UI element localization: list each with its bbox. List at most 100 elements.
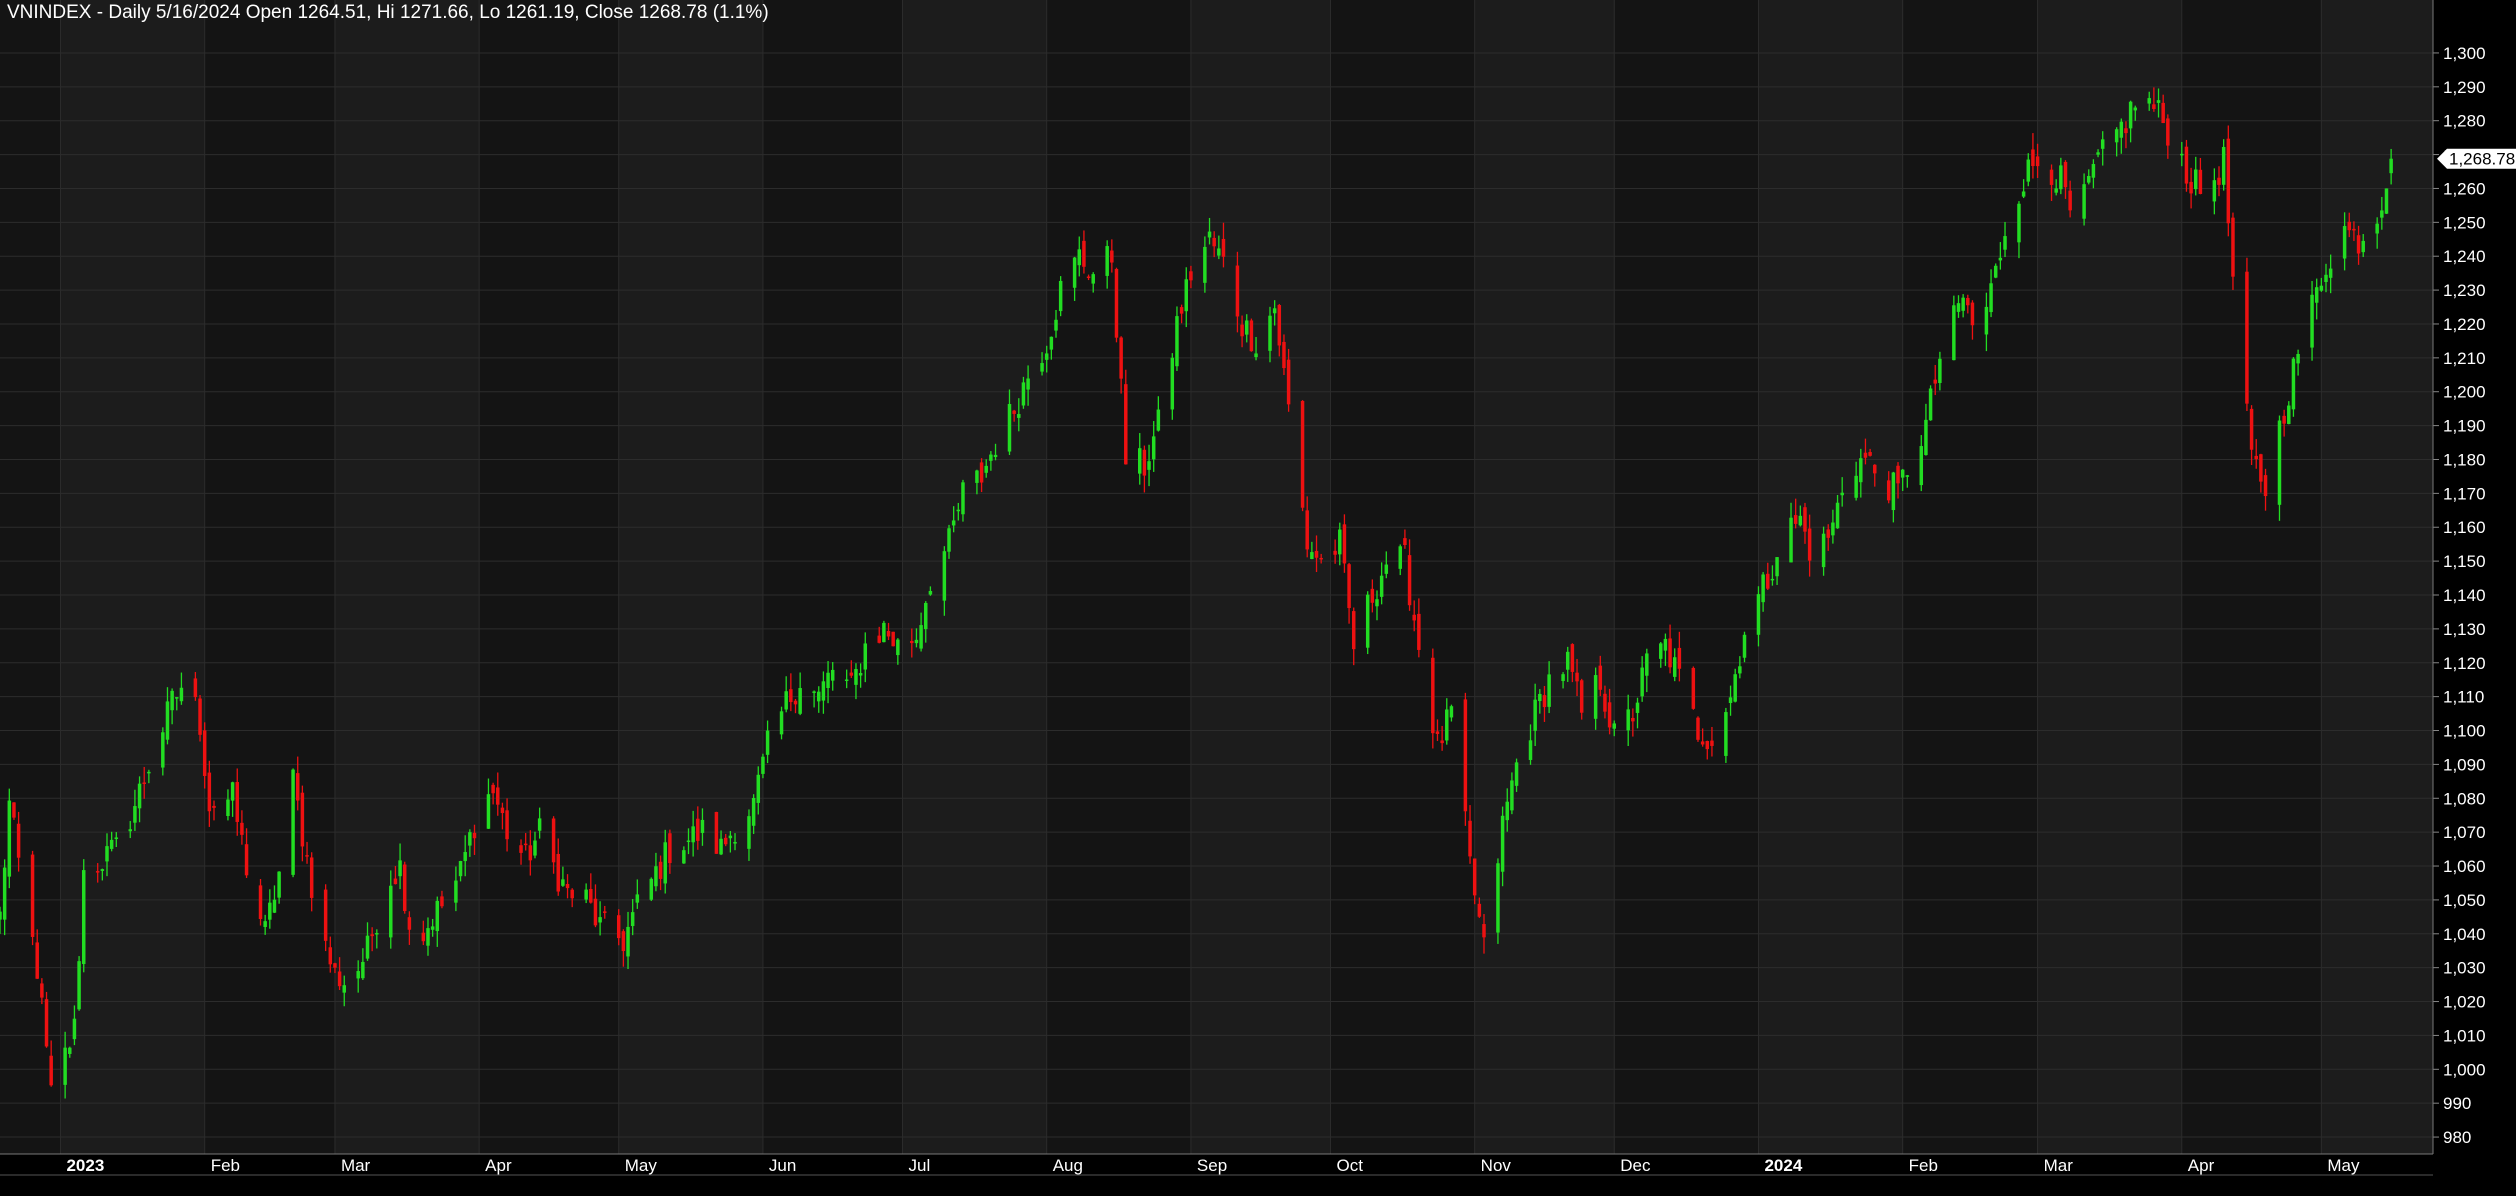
- month-band: [0, 0, 61, 1154]
- candle-body: [947, 528, 951, 552]
- y-tick-label: 1,030: [2443, 959, 2486, 978]
- change-value: (1.1%): [712, 2, 769, 23]
- chart-canvas[interactable]: 980 990 1,000 1,010 1,020 1,030 1,040 1,050 1,06…: [0, 0, 2516, 1191]
- candle-body: [1756, 594, 1761, 635]
- y-tick-label: 1,140: [2443, 586, 2486, 605]
- candle-body: [1249, 320, 1254, 352]
- candle-body: [519, 845, 523, 853]
- candle-body: [2249, 408, 2254, 450]
- candle-body: [1235, 265, 1240, 317]
- candle-body: [728, 835, 733, 839]
- candle-body: [463, 852, 467, 862]
- candle-body: [1631, 717, 1635, 722]
- candle-body: [1012, 410, 1016, 414]
- candle-body: [1403, 538, 1407, 546]
- x-tick-label: Oct: [1336, 1156, 1363, 1175]
- y-tick-label: 1,070: [2443, 823, 2486, 842]
- candle-body: [44, 999, 49, 1047]
- candle-body: [654, 866, 658, 887]
- candle-body: [1379, 575, 1384, 597]
- candle-body: [193, 678, 198, 698]
- candle-body: [1826, 529, 1830, 538]
- open-caption: Open: [245, 2, 293, 23]
- candle-body: [435, 900, 440, 932]
- candle-body: [919, 625, 923, 649]
- candle-body: [1705, 741, 1710, 750]
- candle-body: [491, 784, 495, 794]
- x-tick-label: Apr: [485, 1156, 512, 1175]
- candle-body: [1151, 436, 1156, 460]
- candle-body: [1305, 510, 1309, 550]
- candle-body: [1268, 315, 1272, 351]
- candle-body: [593, 898, 598, 926]
- month-band: [2321, 0, 2433, 1154]
- candle-body: [356, 971, 360, 979]
- candle-body: [2054, 188, 2058, 193]
- candle-body: [751, 797, 756, 826]
- candle-body: [202, 730, 207, 776]
- month-band: [618, 0, 763, 1154]
- candle-body: [2156, 100, 2161, 103]
- candle-body: [272, 899, 277, 913]
- candle-body: [2021, 191, 2026, 197]
- candle-body: [1049, 336, 1054, 350]
- candle-body: [2166, 118, 2170, 146]
- candle-body: [2059, 165, 2063, 190]
- candle-body: [309, 857, 314, 898]
- candle-body: [1677, 647, 1682, 669]
- candle-body: [989, 454, 993, 461]
- candle-body: [1207, 231, 1212, 238]
- candle-body: [1449, 706, 1454, 718]
- candle-body: [714, 811, 719, 854]
- candle-body: [1217, 248, 1221, 256]
- month-band: [479, 0, 619, 1154]
- candle-body: [1044, 353, 1049, 360]
- candle-body: [1477, 903, 1482, 917]
- candle-body: [2231, 217, 2235, 277]
- x-tick-label: Mar: [341, 1156, 371, 1175]
- y-tick-label: 1,040: [2443, 925, 2486, 944]
- candle-body: [1533, 699, 1537, 731]
- candle-body: [663, 842, 667, 884]
- candle-body: [468, 832, 472, 846]
- candle-body: [1579, 680, 1584, 713]
- candle-body: [496, 787, 500, 805]
- y-tick-label: 1,170: [2443, 484, 2486, 503]
- candle-body: [858, 673, 863, 676]
- candle-body: [2226, 138, 2231, 224]
- candle-body: [733, 842, 737, 844]
- candle-body: [1593, 675, 1598, 719]
- candle-body: [1221, 238, 1226, 257]
- candle-body: [1807, 528, 1812, 561]
- candle-body: [1375, 599, 1379, 607]
- candle-body: [1440, 740, 1444, 744]
- candle-body: [1472, 858, 1477, 896]
- candle-body: [426, 928, 430, 946]
- candle-body: [979, 462, 984, 483]
- candle-body: [1105, 246, 1109, 276]
- candle-body: [1663, 638, 1668, 651]
- candle-body: [1724, 712, 1728, 756]
- candle-body: [1952, 305, 1956, 361]
- month-band: [60, 0, 205, 1154]
- candle-body: [1351, 611, 1356, 650]
- high-value: 1271.66: [399, 2, 469, 23]
- y-tick-label: 1,100: [2443, 722, 2486, 741]
- y-tick-label: 1,260: [2443, 179, 2486, 198]
- symbol-label: VNINDEX: [7, 2, 92, 23]
- interval-label: Daily: [108, 2, 151, 23]
- y-tick-label: 1,250: [2443, 213, 2486, 232]
- candle-body: [2314, 287, 2319, 303]
- x-tick-label: 2023: [66, 1156, 104, 1175]
- candle-body: [528, 845, 533, 861]
- price-chart[interactable]: VNINDEX - Daily 5/16/2024 Open 1264.51, …: [0, 0, 2516, 1191]
- candle-body: [291, 769, 295, 875]
- candle-body: [561, 879, 565, 886]
- candle-body: [2291, 358, 2296, 410]
- chart-title: VNINDEX - Daily 5/16/2024 Open 1264.51, …: [7, 2, 769, 23]
- month-band: [902, 0, 1047, 1154]
- candle-body: [421, 932, 426, 942]
- candle-body: [570, 889, 574, 899]
- candle-body: [1542, 695, 1547, 708]
- candle-body: [956, 509, 961, 512]
